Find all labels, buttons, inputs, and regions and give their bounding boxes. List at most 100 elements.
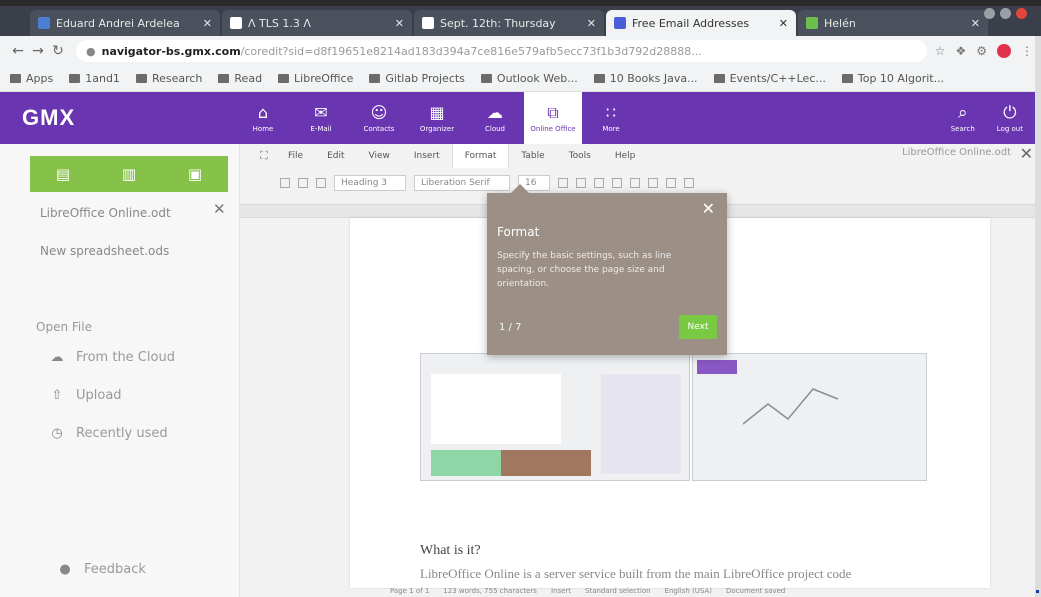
folder-icon [218, 74, 230, 83]
tour-body: Specify the basic settings, such as line… [497, 251, 672, 289]
gmx-nav-e-mail[interactable]: ✉ E-Mail [292, 92, 350, 144]
bookmark-label: Outlook Web... [496, 72, 578, 85]
window-control-icon[interactable] [984, 8, 995, 19]
bookmark-item[interactable]: LibreOffice [278, 72, 353, 85]
embedded-screenshots[interactable] [420, 353, 940, 483]
close-editor-icon[interactable]: ✕ [1020, 144, 1033, 163]
open-file-upload[interactable]: ⇧ Upload [50, 388, 122, 403]
extension-icon[interactable]: ❖ [955, 44, 966, 58]
align-left-icon[interactable] [630, 178, 640, 188]
tour-next-button[interactable]: Next [679, 315, 717, 339]
folder-icon [369, 74, 381, 83]
close-file-icon[interactable]: ✕ [213, 200, 226, 218]
gmx-nav-more[interactable]: ∷ More [582, 92, 640, 144]
menu-tools[interactable]: Tools [557, 144, 603, 168]
tab-close-icon[interactable]: ✕ [971, 17, 980, 30]
gmx-nav-organizer[interactable]: ▦ Organizer [408, 92, 466, 144]
bookmark-item[interactable]: Outlook Web... [480, 72, 578, 85]
bookmark-item[interactable]: Events/C++Lec... [713, 72, 826, 85]
menu-file[interactable]: File [276, 144, 315, 168]
gmx-action-log-out[interactable]: ⏻ Log out [996, 103, 1023, 133]
save-icon[interactable] [280, 178, 290, 188]
bookmark-label: Gitlab Projects [385, 72, 465, 85]
gmx-nav-label: Organizer [419, 124, 455, 133]
extension-icons: ☆ ❖ ⚙ ⋮ [935, 44, 1033, 58]
tab-label: Sept. 12th: Thursday [440, 16, 556, 30]
tab-favicon-icon [422, 17, 434, 29]
gmx-logo[interactable]: GMX [0, 105, 190, 131]
bookmark-item[interactable]: Research [135, 72, 202, 85]
star-icon[interactable]: ☆ [935, 44, 946, 58]
bookmark-item[interactable]: 10 Books Java... [593, 72, 698, 85]
gmx-action-search[interactable]: ⌕ Search [951, 103, 975, 133]
browser-tab[interactable]: Λ TLS 1.3 Λ ✕ [222, 10, 412, 36]
open-file-recently-used[interactable]: ◷ Recently used [50, 426, 167, 441]
file-item-odt[interactable]: LibreOffice Online.odt [40, 206, 171, 220]
menu-table[interactable]: Table [509, 144, 556, 168]
menu-insert[interactable]: Insert [402, 144, 452, 168]
address-bar[interactable]: ● navigator-bs.gmx.com /coredit?sid=d8f1… [76, 40, 927, 62]
align-center-icon[interactable] [648, 178, 658, 188]
menu-edit[interactable]: Edit [315, 144, 356, 168]
gmx-nav-label: Online Office [530, 124, 576, 133]
window-control-icon[interactable] [1000, 8, 1011, 19]
bookmark-item[interactable]: Top 10 Algorit... [841, 72, 944, 85]
presentation-icon[interactable]: ▣ [188, 165, 202, 183]
browser-tab[interactable]: Sept. 12th: Thursday ✕ [414, 10, 604, 36]
more-icon: ∷ [605, 102, 617, 122]
settings-icon[interactable]: ⚙ [976, 44, 987, 58]
gmx-nav-home[interactable]: ⌂ Home [234, 92, 292, 144]
forward-icon[interactable]: → [28, 43, 48, 59]
gmx-action-label: Log out [996, 124, 1023, 133]
browser-tab[interactable]: Free Email Addresses ✕ [606, 10, 796, 36]
spreadsheet-icon[interactable]: ▥ [122, 165, 136, 183]
back-icon[interactable]: ← [8, 43, 28, 59]
gmx-nav-contacts[interactable]: ☺ Contacts [350, 92, 408, 144]
redo-icon[interactable] [316, 178, 326, 188]
gmx-nav-online-office[interactable]: ⧉ Online Office [524, 92, 582, 144]
tab-label: Helén [824, 16, 856, 30]
feedback-link[interactable]: ● Feedback [58, 562, 146, 577]
menu-help[interactable]: Help [603, 144, 648, 168]
writer-screenshot-image [420, 353, 690, 481]
font-name-select[interactable]: Liberation Serif [414, 175, 510, 191]
bookmark-item[interactable]: Gitlab Projects [369, 72, 465, 85]
url-path: /coredit?sid=d8f19651e8214ad183d394a7ce8… [240, 44, 702, 58]
menu-view[interactable]: View [357, 144, 402, 168]
fullscreen-icon[interactable]: ⛶ [260, 149, 276, 163]
tab-close-icon[interactable]: ✕ [779, 17, 788, 30]
bookmark-item[interactable]: Read [218, 72, 262, 85]
browser-tab[interactable]: Eduard Andrei Ardelea ✕ [30, 10, 220, 36]
paragraph-style-select[interactable]: Heading 3 [334, 175, 406, 191]
window-control-icon[interactable] [1016, 8, 1027, 19]
bookmark-item[interactable]: Apps [10, 72, 53, 85]
folder-icon [841, 74, 853, 83]
tab-close-icon[interactable]: ✕ [203, 17, 212, 30]
strikethrough-icon[interactable] [612, 178, 622, 188]
mail-icon: ✉ [314, 102, 328, 122]
status-item: English (USA) [664, 587, 713, 595]
underline-icon[interactable] [594, 178, 604, 188]
align-right-icon[interactable] [666, 178, 676, 188]
tab-close-icon[interactable]: ✕ [395, 17, 404, 30]
profile-icon[interactable] [997, 44, 1011, 58]
open-file-from-the-cloud[interactable]: ☁ From the Cloud [50, 350, 175, 365]
menu-icon[interactable]: ⋮ [1021, 44, 1033, 58]
folder-icon [135, 74, 147, 83]
justify-icon[interactable] [684, 178, 694, 188]
tab-close-icon[interactable]: ✕ [587, 17, 596, 30]
menu-format[interactable]: Format [451, 144, 510, 168]
italic-icon[interactable] [576, 178, 586, 188]
close-tour-icon[interactable]: ✕ [702, 199, 715, 218]
bookmark-item[interactable]: 1and1 [69, 72, 120, 85]
file-item-ods[interactable]: New spreadsheet.ods [40, 244, 169, 258]
home-icon: ⌂ [257, 102, 269, 122]
browser-tab[interactable]: Helén ✕ [798, 10, 988, 36]
cloud-icon: ☁ [487, 102, 503, 122]
gmx-nav-cloud[interactable]: ☁ Cloud [466, 92, 524, 144]
gmx-header-actions: ⌕ Search ⏻ Log out [951, 103, 1041, 133]
text-doc-icon[interactable]: ▤ [56, 165, 70, 183]
reload-icon[interactable]: ↻ [48, 43, 68, 59]
bold-icon[interactable] [558, 178, 568, 188]
undo-icon[interactable] [298, 178, 308, 188]
